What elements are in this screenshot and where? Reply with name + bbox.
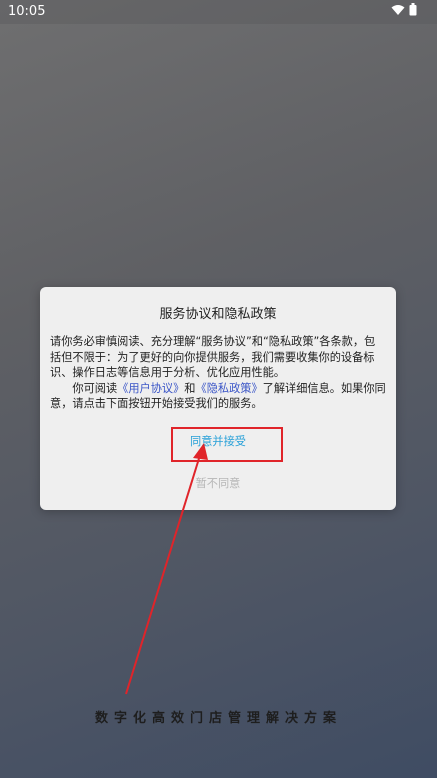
dialog-paragraph-terms: 请你务必审慎阅读、充分理解“服务协议”和“隐私政策”各条款，包括但不限于：为了更… xyxy=(50,335,376,380)
paragraph-prefix: 你可阅读 xyxy=(72,381,118,395)
status-icons xyxy=(391,3,417,20)
disagree-button[interactable]: 暂不同意 xyxy=(190,475,246,491)
wifi-icon xyxy=(391,4,405,20)
user-agreement-link[interactable]: 《用户协议》 xyxy=(117,382,184,395)
status-time: 10:05 xyxy=(8,4,46,19)
dialog-title: 服务协议和隐私政策 xyxy=(159,307,277,322)
paragraph-and: 和 xyxy=(184,381,196,395)
privacy-policy-link[interactable]: 《隐私政策》 xyxy=(196,382,263,395)
dialog-paragraph-links: 你可阅读《用户协议》和《隐私政策》了解详细信息。如果你同意，请点击下面按钮开始接… xyxy=(50,381,386,412)
status-bar: 10:05 xyxy=(0,0,437,24)
dialog-body: 请你务必审慎阅读、充分理解“服务协议”和“隐私政策”各条款，包括但不限于：为了更… xyxy=(50,334,386,412)
battery-icon xyxy=(409,3,417,20)
annotation-highlight-box xyxy=(171,427,283,462)
slogan: 数字化高效门店管理解决方案 xyxy=(94,711,342,726)
consent-dialog: 服务协议和隐私政策 请你务必审慎阅读、充分理解“服务协议”和“隐私政策”各条款，… xyxy=(40,287,396,510)
